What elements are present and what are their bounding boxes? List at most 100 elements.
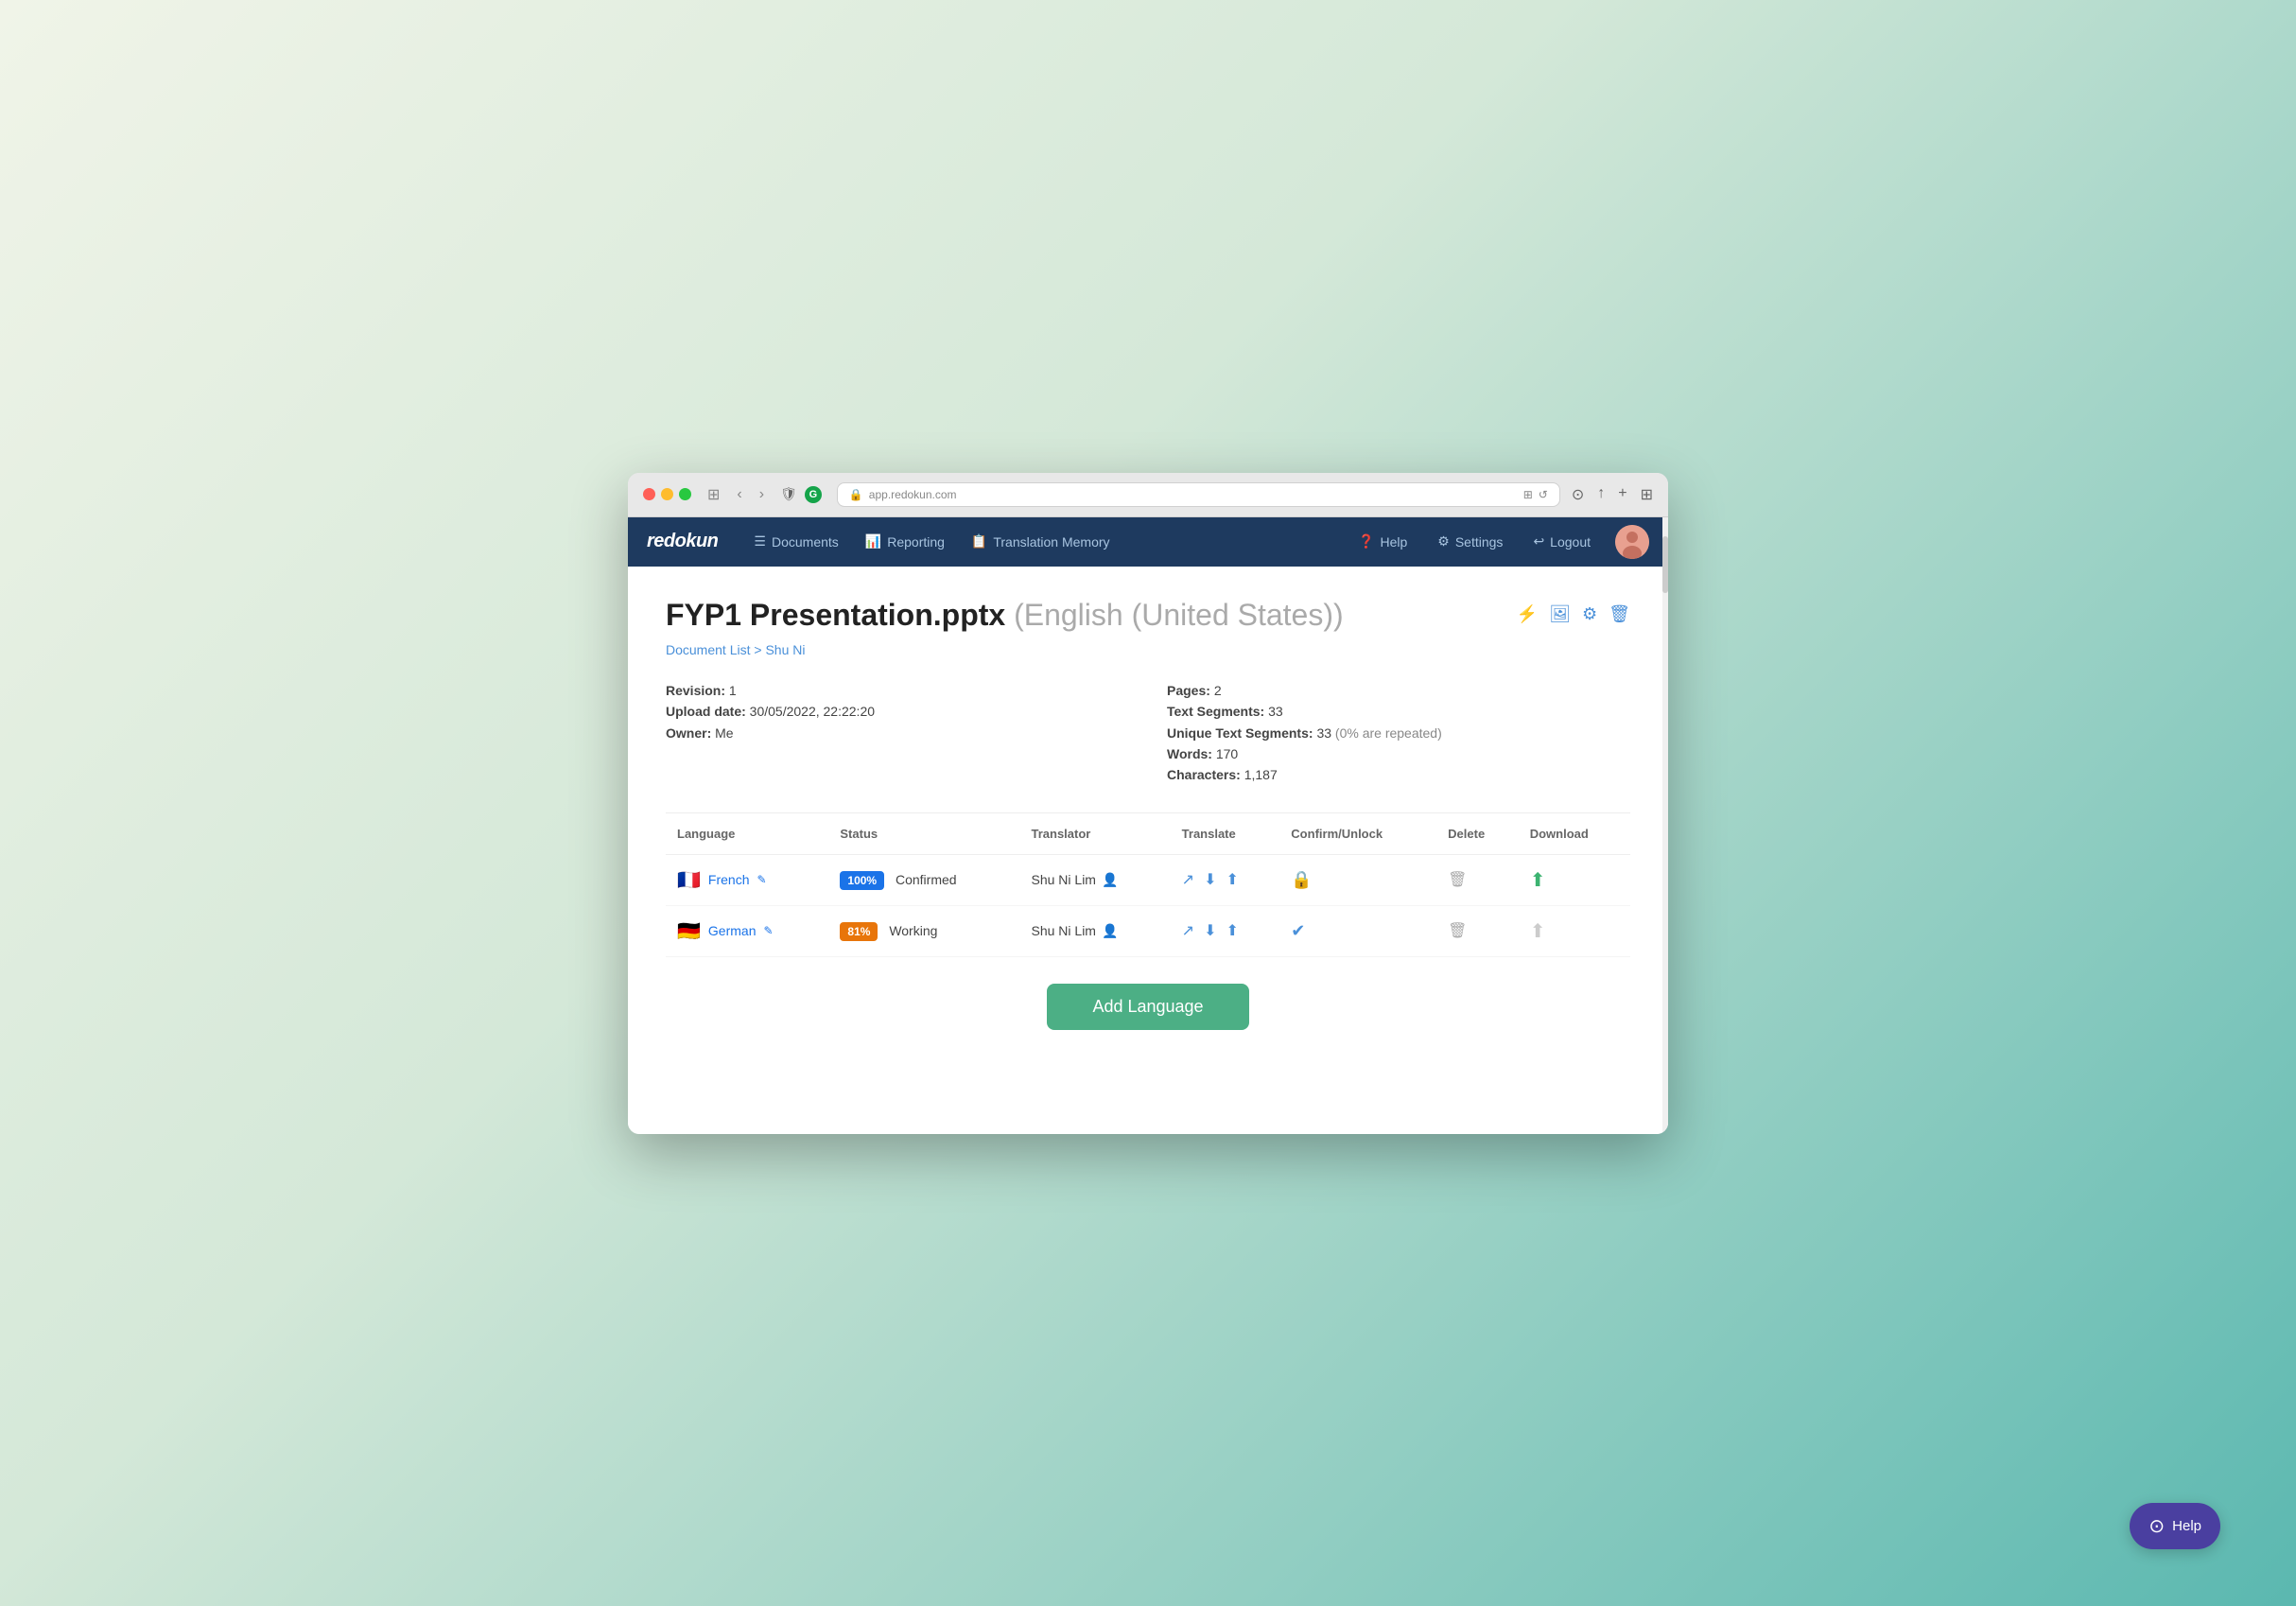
nav-reporting[interactable]: 📊 Reporting — [852, 517, 958, 567]
col-delete: Delete — [1436, 813, 1519, 855]
check-icon[interactable]: ✔ — [1291, 921, 1305, 940]
status-badge: 81% — [840, 922, 878, 941]
col-translate: Translate — [1171, 813, 1280, 855]
download-translate-icon[interactable]: ⬇ — [1204, 870, 1216, 889]
logout-icon: ↩ — [1533, 533, 1544, 550]
words-label: Words: — [1167, 746, 1212, 761]
forward-button[interactable]: › — [755, 484, 769, 505]
minimize-dot[interactable] — [661, 488, 673, 500]
translator-name: Shu Ni Lim — [1032, 923, 1096, 938]
cell-download: ⬆ — [1519, 905, 1630, 956]
nav-logout-label: Logout — [1550, 534, 1591, 550]
text-segments-label: Text Segments: — [1167, 704, 1264, 719]
unique-segments-label: Unique Text Segments: — [1167, 725, 1313, 741]
language-table: Language Status Translator Translate Con… — [666, 813, 1630, 957]
scrollbar-thumb[interactable] — [1662, 536, 1668, 593]
upload-translate-icon[interactable]: ⬆ — [1226, 870, 1238, 889]
delete-row-icon[interactable]: 🗑 — [1448, 872, 1467, 888]
owner-item: Owner: Me — [666, 723, 1129, 743]
table-row: 🇩🇪 German ✎ 81% Working Shu Ni Lim 👤 ↗ ⬇ — [666, 905, 1630, 956]
unique-segments-value: 33 — [1316, 725, 1331, 741]
address-bar[interactable]: 🔒 app.redokun.com ⊞ ↺ — [837, 482, 1560, 507]
maximize-dot[interactable] — [679, 488, 691, 500]
col-download: Download — [1519, 813, 1630, 855]
app-nav: redokun ☰ Documents 📊 Reporting 📋 Transl… — [628, 517, 1668, 567]
col-confirm-unlock: Confirm/Unlock — [1279, 813, 1436, 855]
refresh-icon[interactable]: ↺ — [1539, 488, 1548, 501]
page-header-row: FYP1 Presentation.pptx (English (United … — [666, 597, 1630, 633]
documents-icon: ☰ — [754, 533, 766, 550]
flag-icon: 🇩🇪 — [677, 919, 701, 943]
text-segments-value: 33 — [1268, 704, 1283, 719]
download-browser-icon[interactable]: ⊙ — [1572, 485, 1584, 504]
characters-item: Characters: 1,187 — [1167, 764, 1630, 785]
upload-translate-icon[interactable]: ⬆ — [1226, 921, 1238, 940]
document-settings-icon[interactable]: ⚙ — [1582, 604, 1597, 624]
scrollbar-track[interactable] — [1662, 517, 1668, 1134]
document-delete-icon[interactable]: 🗑 — [1609, 604, 1630, 624]
nav-logout[interactable]: ↩ Logout — [1520, 517, 1604, 567]
browser-window: ⊞ ‹ › 🛡 G 🔒 app.redokun.com ⊞ ↺ ⊙ ↑ + ⊞ … — [628, 473, 1668, 1134]
pages-value: 2 — [1214, 683, 1222, 698]
translator-person-icon: 👤 — [1102, 923, 1118, 939]
add-language-row: Add Language — [666, 957, 1630, 1038]
help-icon: ❓ — [1358, 533, 1374, 550]
nav-translation-memory[interactable]: 📋 Translation Memory — [958, 517, 1123, 567]
translation-memory-icon: 📋 — [971, 533, 987, 550]
cell-language: 🇩🇪 German ✎ — [666, 905, 828, 956]
lock-icon[interactable]: 🔒 — [1291, 870, 1312, 889]
nav-settings[interactable]: ⚙ Settings — [1424, 517, 1516, 567]
browser-actions: ⊙ ↑ + ⊞ — [1572, 485, 1653, 504]
sidebar-toggle-button[interactable]: ⊞ — [703, 483, 724, 506]
lock-icon: 🔒 — [849, 488, 863, 501]
upload-date-item: Upload date: 30/05/2022, 22:22:20 — [666, 701, 1129, 722]
breadcrumb-separator: > — [754, 642, 761, 657]
open-translate-icon[interactable]: ↗ — [1182, 921, 1194, 940]
download-translate-icon[interactable]: ⬇ — [1204, 921, 1216, 940]
title-actions: ⚡ 🖼 ⚙ 🗑 — [1517, 597, 1630, 624]
words-value: 170 — [1216, 746, 1238, 761]
lightning-icon[interactable]: ⚡ — [1517, 604, 1538, 624]
nav-reporting-label: Reporting — [887, 534, 945, 550]
cell-delete: 🗑 — [1436, 854, 1519, 905]
nav-documents[interactable]: ☰ Documents — [740, 517, 851, 567]
nav-translation-memory-label: Translation Memory — [993, 534, 1109, 550]
breadcrumb-owner[interactable]: Shu Ni — [765, 642, 805, 657]
col-language: Language — [666, 813, 828, 855]
close-dot[interactable] — [643, 488, 655, 500]
translate-icon[interactable]: ⊞ — [1523, 488, 1533, 501]
grid-icon[interactable]: ⊞ — [1641, 485, 1653, 504]
nav-right: ❓ Help ⚙ Settings ↩ Logout — [1345, 517, 1649, 567]
translator-name: Shu Ni Lim — [1032, 872, 1096, 887]
characters-label: Characters: — [1167, 767, 1241, 782]
nav-documents-label: Documents — [772, 534, 839, 550]
revision-value: 1 — [729, 683, 737, 698]
edit-language-icon[interactable]: ✎ — [757, 873, 766, 886]
breadcrumb: Document List > Shu Ni — [666, 642, 1630, 657]
owner-value: Me — [715, 725, 733, 741]
download-icon[interactable]: ⬆ — [1530, 870, 1546, 891]
grammarly-icon: G — [805, 486, 822, 503]
delete-row-icon[interactable]: 🗑 — [1448, 923, 1467, 939]
nav-help[interactable]: ❓ Help — [1345, 517, 1420, 567]
cell-translate-actions: ↗ ⬇ ⬆ — [1171, 905, 1280, 956]
back-button[interactable]: ‹ — [732, 484, 746, 505]
help-bubble[interactable]: ⊙ Help — [2130, 1503, 2220, 1549]
status-badge: 100% — [840, 871, 884, 890]
breadcrumb-document-list[interactable]: Document List — [666, 642, 750, 657]
new-tab-icon[interactable]: + — [1618, 485, 1626, 504]
unique-segments-item: Unique Text Segments: 33 (0% are repeate… — [1167, 723, 1630, 743]
open-translate-icon[interactable]: ↗ — [1182, 870, 1194, 889]
browser-toolbar: ⊞ ‹ › 🛡 G 🔒 app.redokun.com ⊞ ↺ ⊙ ↑ + ⊞ — [628, 473, 1668, 517]
cell-confirm: 🔒 — [1279, 854, 1436, 905]
avatar — [1615, 525, 1649, 559]
upload-date-label: Upload date: — [666, 704, 746, 719]
pages-item: Pages: 2 — [1167, 680, 1630, 701]
share-icon[interactable]: ↑ — [1597, 485, 1605, 504]
image-icon[interactable]: 🖼 — [1549, 604, 1571, 624]
edit-language-icon[interactable]: ✎ — [763, 924, 773, 937]
help-bubble-icon: ⊙ — [2148, 1514, 2165, 1538]
upload-icon[interactable]: ⬆ — [1530, 921, 1546, 942]
document-subtitle: (English (United States)) — [1014, 598, 1344, 632]
add-language-button[interactable]: Add Language — [1047, 984, 1248, 1030]
